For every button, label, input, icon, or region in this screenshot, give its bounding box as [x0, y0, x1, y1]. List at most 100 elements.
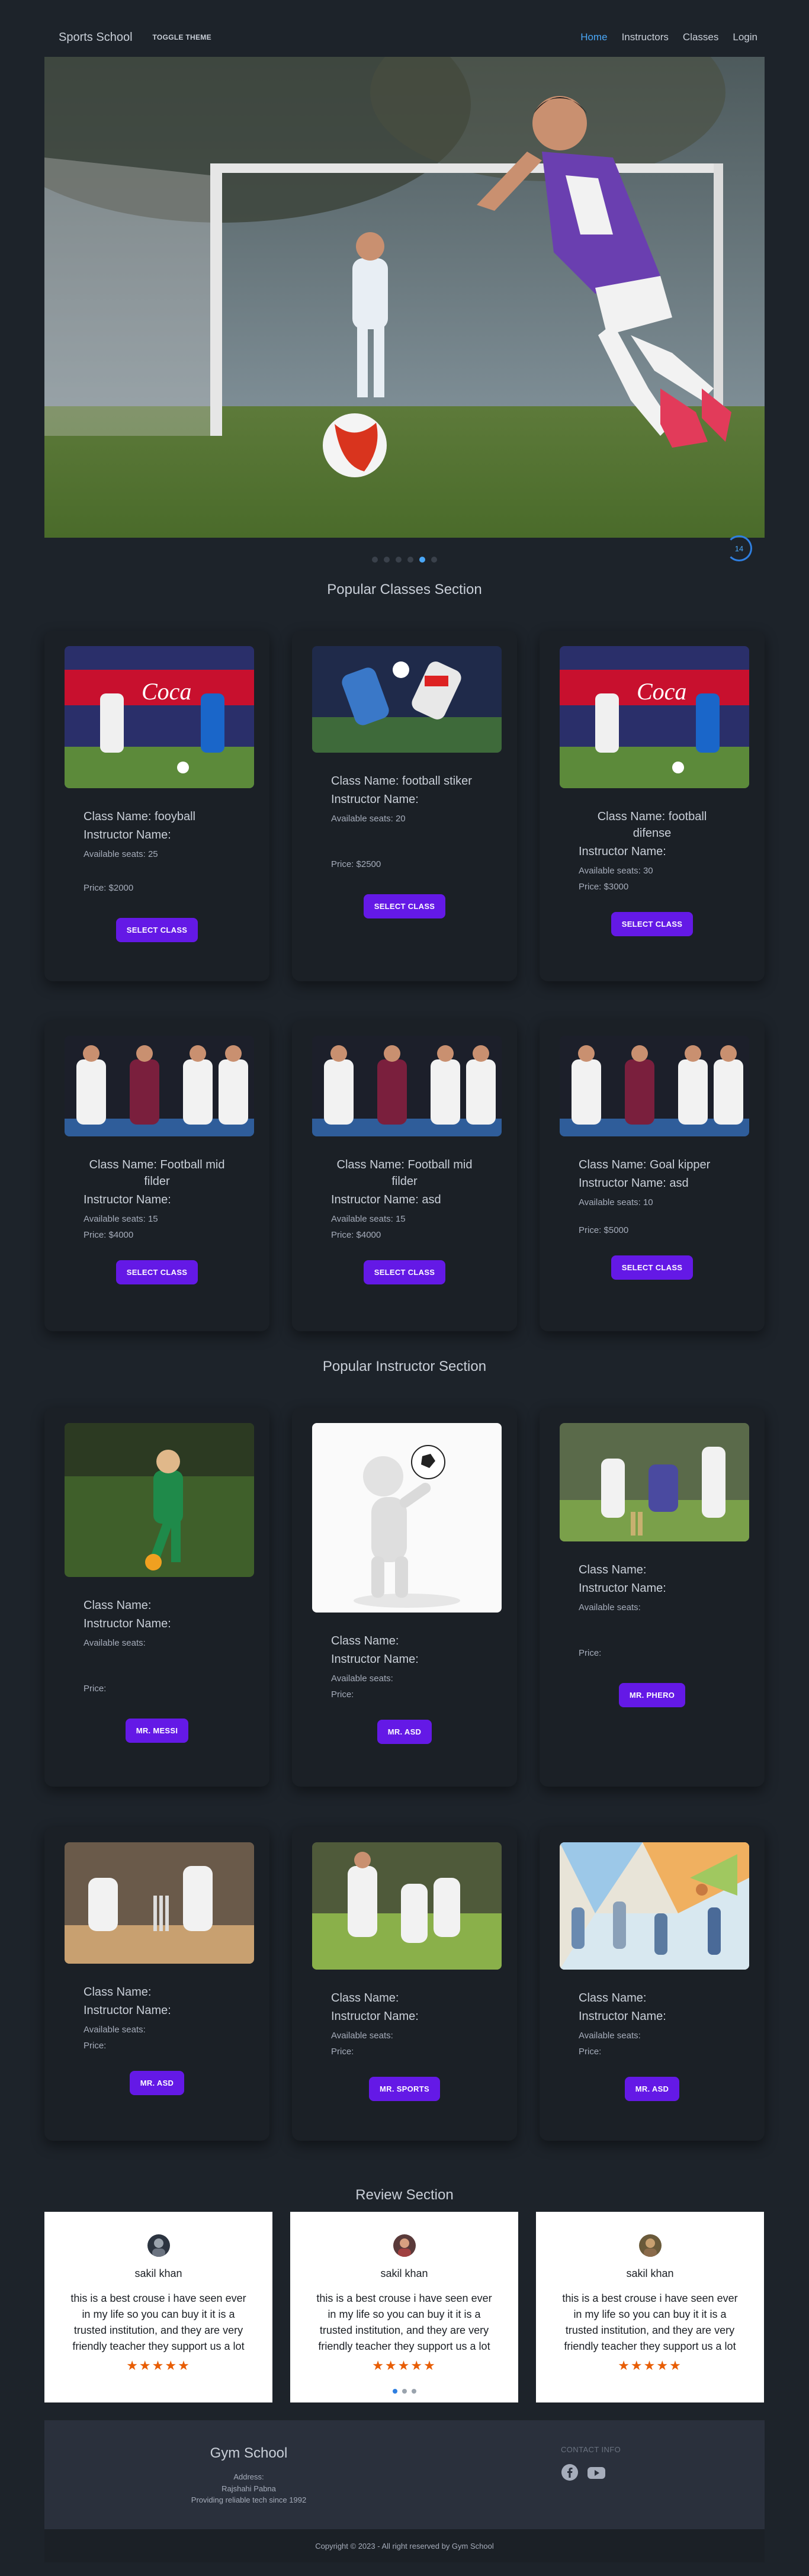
hero-image	[44, 57, 765, 538]
toggle-theme-button[interactable]: TOGGLE THEME	[153, 33, 211, 41]
instructor-button[interactable]: MR. ASD	[377, 1720, 432, 1744]
class-card: Coca Class Name: fooyball Instructor Nam…	[44, 631, 269, 981]
avatar	[393, 2234, 416, 2257]
instructor-card-body: Class Name: Instructor Name: Available s…	[312, 1970, 497, 2063]
review-text: this is a best crouse i have seen ever i…	[316, 2292, 492, 2352]
instructor-name: Instructor Name:	[84, 1193, 171, 1206]
star-rating: ★★★★★	[126, 2358, 191, 2373]
footer-title: Gym School	[210, 2445, 288, 2461]
facebook-icon[interactable]	[561, 2463, 579, 2484]
class-name: Class Name:	[579, 1992, 647, 2005]
price: Price:	[84, 1684, 107, 1694]
hero-dot[interactable]	[431, 557, 437, 563]
popular-instructors-row-2: Class Name: Instructor Name: Available s…	[44, 1827, 765, 2141]
footer-about: Gym School Address: Rajshahi Pabna Provi…	[44, 2445, 453, 2506]
select-class-button[interactable]: SELECT CLASS	[115, 1260, 198, 1284]
instructor-name: Instructor Name:	[84, 1617, 171, 1630]
instructor-button[interactable]: MR. ASD	[129, 2071, 185, 2095]
footer-tagline: Providing reliable tech since 1992	[191, 2495, 307, 2504]
instructor-card: Class Name: Instructor Name: Available s…	[292, 1408, 517, 1787]
select-class-button[interactable]: SELECT CLASS	[115, 918, 198, 942]
class-image: Coca	[560, 646, 749, 788]
class-name: Class Name: football difense	[597, 810, 707, 840]
instructor-name: Instructor Name:	[331, 1653, 419, 1666]
class-name: Class Name: Goal kipper	[579, 1158, 711, 1171]
select-class-button[interactable]: SELECT CLASS	[363, 1260, 446, 1284]
popular-classes-title: Popular Classes Section	[327, 582, 482, 598]
instructor-card: Class Name: Instructor Name: Available s…	[292, 1827, 517, 2141]
instructor-image	[312, 1423, 502, 1613]
navbar: Sports School TOGGLE THEME Home Instruct…	[44, 17, 765, 58]
footer-contact: CONTACT INFO	[561, 2445, 621, 2484]
review-dot[interactable]	[402, 2389, 407, 2394]
class-card: Class Name: Football mid filder Instruct…	[292, 1020, 517, 1331]
instructor-button[interactable]: MR. PHERO	[618, 1683, 686, 1707]
social-icons	[561, 2463, 621, 2484]
brand-name[interactable]: Sports School	[59, 31, 133, 44]
price: Price: $4000	[84, 1230, 134, 1240]
instructor-button[interactable]: MR. SPORTS	[369, 2077, 440, 2101]
instructor-image	[65, 1423, 254, 1577]
footer-address-label: Address:	[233, 2472, 264, 2481]
available-seats: Available seats:	[331, 2031, 393, 2041]
autoplay-progress-ring: 14	[726, 535, 752, 561]
available-seats: Available seats:	[84, 1638, 146, 1648]
instructor-card-body: Class Name: Instructor Name: Available s…	[65, 1577, 249, 1700]
review-carousel[interactable]: sakil khan this is a best crouse i have …	[44, 2212, 765, 2402]
class-name: Class Name:	[84, 1599, 152, 1612]
review-dot[interactable]	[412, 2389, 416, 2394]
instructor-button[interactable]: MR. MESSI	[125, 1719, 189, 1743]
hero-dot-active[interactable]	[419, 557, 425, 563]
available-seats: Available seats:	[579, 2031, 641, 2041]
class-image	[560, 1036, 749, 1136]
review-text: this is a best crouse i have seen ever i…	[562, 2292, 738, 2352]
review-dot-active[interactable]	[393, 2389, 397, 2394]
class-image: Coca	[65, 646, 254, 788]
star-rating: ★★★★★	[618, 2358, 682, 2373]
hero-dot[interactable]	[384, 557, 390, 563]
price: Price:	[84, 2041, 107, 2051]
reviewer-name: sakil khan	[134, 2267, 182, 2279]
copyright-bar: Copyright © 2023 - All right reserved by…	[44, 2529, 765, 2562]
class-name: Class Name: Football mid filder	[89, 1158, 225, 1188]
svg-text:Coca: Coca	[142, 678, 191, 705]
nav-classes-link[interactable]: Classes	[683, 31, 718, 43]
select-class-button[interactable]: SELECT CLASS	[611, 1255, 694, 1280]
class-image	[312, 1036, 502, 1136]
class-name: Class Name:	[579, 1563, 647, 1576]
hero-slider[interactable]	[44, 57, 765, 538]
hero-dot[interactable]	[407, 557, 413, 563]
instructor-card-body: Class Name: Instructor Name: Available s…	[560, 1541, 744, 1664]
available-seats: Available seats:	[579, 1602, 641, 1613]
instructor-card-body: Class Name: Instructor Name: Available s…	[560, 1970, 744, 2063]
review-pagination-dots	[0, 2389, 809, 2394]
instructor-image	[560, 1842, 749, 1970]
popular-instructors-title: Popular Instructor Section	[322, 1358, 487, 1374]
hero-dot[interactable]	[372, 557, 378, 563]
available-seats: Available seats: 20	[331, 814, 406, 824]
instructor-card: Class Name: Instructor Name: Available s…	[44, 1827, 269, 2141]
select-class-button[interactable]: SELECT CLASS	[611, 912, 694, 936]
instructor-image	[65, 1842, 254, 1964]
svg-text:Coca: Coca	[637, 678, 686, 705]
select-class-button[interactable]: SELECT CLASS	[363, 894, 446, 918]
available-seats: Available seats:	[331, 1674, 393, 1684]
class-name: Class Name: fooyball	[84, 810, 195, 823]
price: Price: $2000	[84, 883, 134, 893]
instructor-image	[560, 1423, 749, 1541]
youtube-icon[interactable]	[587, 2463, 606, 2484]
nav-login-link[interactable]: Login	[733, 31, 757, 43]
nav-home-link[interactable]: Home	[580, 31, 607, 43]
instructor-name: Instructor Name: asd	[579, 1177, 689, 1190]
class-card-body: Class Name: football difense Instructor …	[560, 788, 744, 898]
review-card: sakil khan this is a best crouse i have …	[290, 2212, 518, 2402]
instructor-button[interactable]: MR. ASD	[624, 2077, 680, 2101]
class-name: Class Name: Football mid filder	[336, 1158, 473, 1188]
instructor-name: Instructor Name:	[84, 828, 171, 841]
brand-group: Sports School TOGGLE THEME	[44, 31, 211, 44]
class-card: Class Name: football stiker Instructor N…	[292, 631, 517, 981]
nav-instructors-link[interactable]: Instructors	[622, 31, 669, 43]
hero-dot[interactable]	[396, 557, 402, 563]
reviewer-name: sakil khan	[380, 2267, 428, 2279]
review-card: sakil khan this is a best crouse i have …	[536, 2212, 764, 2402]
